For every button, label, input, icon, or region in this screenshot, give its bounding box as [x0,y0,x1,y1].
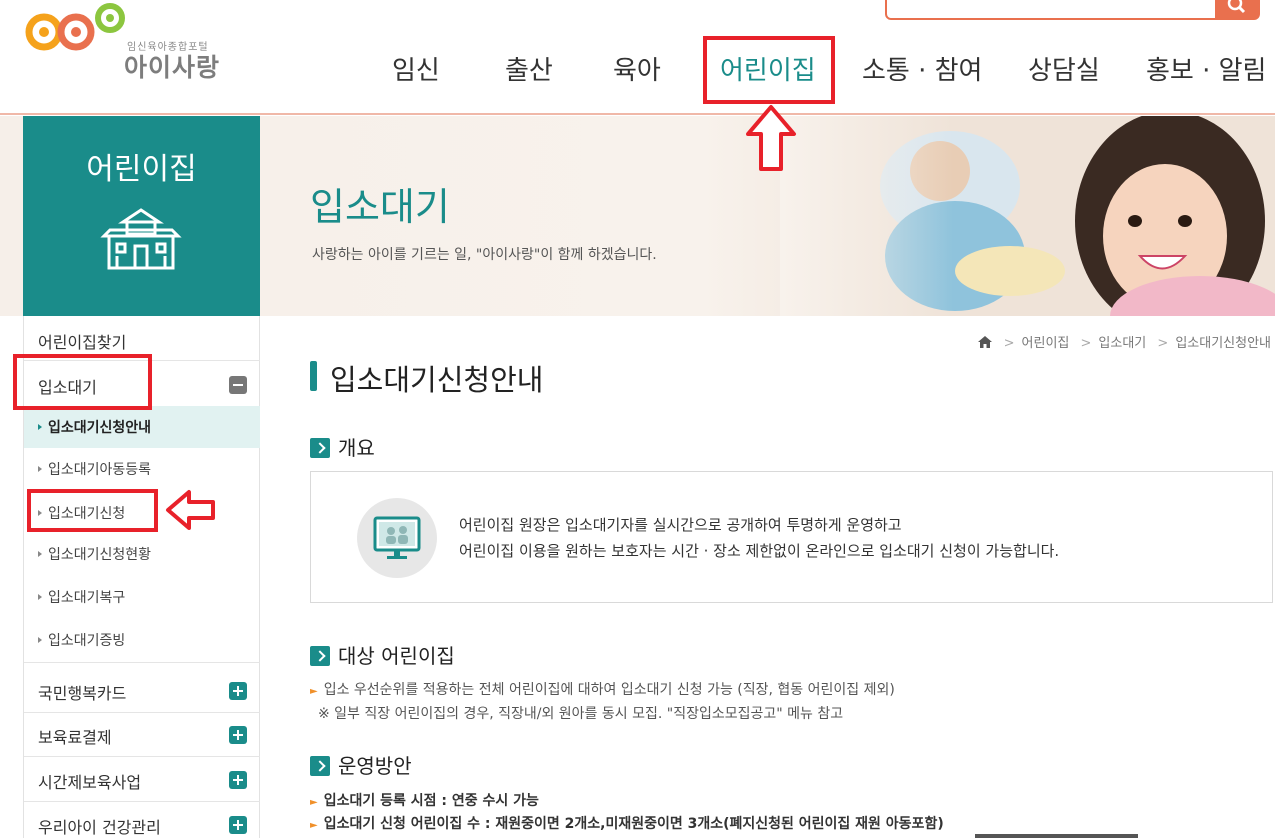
online-application-icon [357,498,437,578]
gnb-item-daycare[interactable]: 어린이집 [720,50,816,87]
sidebar-divider [24,801,260,802]
bullet-icon [38,510,42,516]
banner-child-image [780,116,1275,316]
chevron-right-icon: > [1080,336,1092,351]
text: 입소 우선순위를 적용하는 전체 어린이집에 대하여 입소대기 신청 가능 (직… [323,682,895,698]
expand-icon[interactable] [229,816,247,834]
daycare-building-icon [100,208,182,270]
overview-box: 어린이집 원장은 입소대기자를 실시간으로 공개하여 투명하게 운영하고 어린이… [310,471,1273,603]
submenu-label: 입소대기복구 [48,590,126,606]
submenu-label: 입소대기아동등록 [48,462,152,478]
search-button[interactable] [1215,0,1260,20]
submenu-item-proof[interactable]: 입소대기증빙 [38,630,125,650]
banner-subtitle: 사랑하는 아이를 기르는 일, "아이사랑"이 함께 하겠습니다. [312,247,657,263]
expand-icon[interactable] [229,771,247,789]
section-title: 운영방안 [338,754,412,778]
sidebar-item-hourly-care[interactable]: 시간제보육사업 [38,769,141,793]
submenu-item-waitlist-apply[interactable]: 입소대기신청 [38,503,125,523]
breadcrumb-item-current[interactable]: 입소대기신청안내 [1175,336,1271,351]
breadcrumb-item[interactable]: 입소대기 [1098,336,1146,351]
sidebar-divider [24,712,260,713]
submenu-item-apply-status[interactable]: 입소대기신청현황 [38,544,151,564]
gnb-item-community[interactable]: 소통 · 참여 [862,50,982,87]
submenu-label: 입소대기신청 [48,506,126,522]
main-navigation: 임신 출산 육아 어린이집 소통 · 참여 상담실 홍보 · 알림 [0,50,1275,90]
expand-icon[interactable] [229,726,247,744]
overview-text: 어린이집 원장은 입소대기자를 실시간으로 공개하여 투명하게 운영하고 [459,516,902,534]
text: 입소대기 등록 시점 : 연중 수시 가능 [323,793,539,809]
bullet-icon [38,637,42,643]
chevron-right-icon [310,755,330,776]
site-header: 임신육아종합포털 아이사랑 임신 출산 육아 어린이집 소통 · 참여 상담실 … [0,0,1275,115]
search-input[interactable] [885,0,1217,20]
target-text: ► 입소 우선순위를 적용하는 전체 어린이집에 대하여 입소대기 신청 가능 (… [310,679,895,699]
expand-icon[interactable] [229,682,247,700]
gnb-item-birth[interactable]: 출산 [505,50,553,87]
operation-text: ► 입소대기 신청 어린이집 수 : 재원중이면 2개소,미재원중이면 3개소(폐… [310,813,944,833]
gnb-item-promotion[interactable]: 홍보 · 알림 [1146,50,1266,87]
overview-text: 어린이집 이용을 원하는 보호자는 시간 · 장소 제한없이 온라인으로 입소대… [459,542,1060,560]
search-icon [1227,0,1246,14]
submenu-label: 입소대기신청안내 [48,420,152,436]
gnb-item-pregnancy[interactable]: 임신 [392,50,440,87]
breadcrumb-item[interactable]: 어린이집 [1022,336,1070,351]
sidebar-item-waitlist[interactable]: 입소대기 [38,374,97,398]
chevron-right-icon [310,437,330,458]
banner-title: 입소대기 [310,185,450,229]
operation-text: ► 입소대기 등록 시점 : 연중 수시 가능 [310,790,539,810]
sidebar-item-find-daycare[interactable]: 어린이집찾기 [38,329,126,353]
title-accent-bar [310,361,317,391]
breadcrumb: > 어린이집 > 입소대기 > 입소대기신청안내 [978,332,1271,351]
gnb-item-parenting[interactable]: 육아 [613,50,661,87]
text: 입소대기 신청 어린이집 수 : 재원중이면 2개소,미재원중이면 3개소(폐지… [323,816,944,832]
section-heading-operation: 운영방안 [310,750,412,779]
sidebar-item-child-health[interactable]: 우리아이 건강관리 [38,814,161,838]
bullet-icon [38,551,42,557]
scrollbar[interactable] [975,834,1138,838]
home-icon[interactable] [978,335,993,348]
collapse-icon[interactable] [229,376,247,394]
chevron-right-icon [310,645,330,666]
page-title: 입소대기신청안내 [330,363,544,397]
submenu-label: 입소대기신청현황 [48,547,152,563]
sidebar-item-happiness-card[interactable]: 국민행복카드 [38,680,126,704]
submenu-label: 입소대기증빙 [48,633,126,649]
sidebar: 어린이집찾기 입소대기 입소대기신청안내 입소대기아동등록 입소대기신청 입소대… [23,316,260,838]
submenu-item-child-registration[interactable]: 입소대기아동등록 [38,459,151,479]
sidebar-item-fee-payment[interactable]: 보육료결제 [38,724,112,748]
submenu-item-restore[interactable]: 입소대기복구 [38,587,125,607]
logo-mark-icon [25,3,125,51]
section-title: 개요 [338,436,375,460]
sidebar-divider [24,756,260,757]
bullet-icon [38,594,42,600]
bullet-icon [38,466,42,472]
section-heading-target: 대상 어린이집 [310,640,455,669]
sidebar-divider [24,360,260,361]
bullet-icon: ► [310,686,318,697]
target-note: ※ 일부 직장 어린이집의 경우, 직장내/외 원아를 동시 모집. "직장입소… [318,706,844,722]
sidebar-title: 어린이집 [86,152,197,187]
submenu-item-waitlist-guide[interactable]: 입소대기신청안내 [38,417,151,437]
section-heading-overview: 개요 [310,432,375,461]
gnb-item-counseling[interactable]: 상담실 [1028,50,1100,87]
sidebar-header: 어린이집 [23,116,260,316]
chevron-right-icon: > [1157,336,1169,351]
chevron-right-icon: > [1003,336,1015,351]
bullet-icon: ► [310,820,318,831]
section-title: 대상 어린이집 [338,644,455,668]
sidebar-divider [24,662,260,663]
bullet-icon: ► [310,797,318,808]
bullet-icon [38,424,42,430]
